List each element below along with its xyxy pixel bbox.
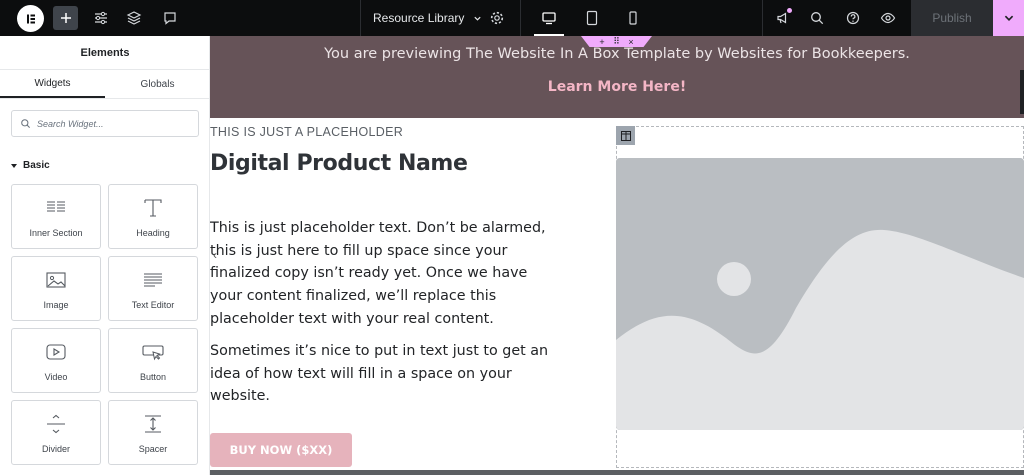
separator [520, 0, 521, 36]
image-placeholder-icon [616, 158, 1024, 430]
page-canvas: You are previewing The Website In A Box … [210, 36, 1024, 475]
elements-panel: Elements Widgets Globals Basic Inner Sec… [0, 36, 210, 475]
separator [762, 0, 763, 36]
widget-button[interactable]: Button [108, 328, 198, 393]
product-title: Digital Product Name [210, 151, 468, 176]
layers-icon [126, 11, 142, 25]
mobile-icon [629, 11, 637, 25]
notification-dot [787, 8, 792, 13]
settings-icon [490, 11, 504, 25]
text-editor-icon [142, 269, 164, 291]
tablet-view-button[interactable] [579, 0, 605, 36]
resource-library-label: Resource Library [373, 11, 465, 25]
desktop-icon [542, 12, 556, 25]
chevron-down-icon [474, 16, 481, 21]
editor-app: Resource Library Publish Elements Widget… [0, 0, 1024, 475]
resource-library-dropdown[interactable]: Resource Library [373, 0, 482, 36]
whats-new-button[interactable] [771, 0, 795, 36]
search-button[interactable] [805, 0, 829, 36]
inner-section-icon [45, 197, 67, 219]
button-icon [142, 341, 164, 363]
structure-button[interactable] [122, 0, 146, 36]
collapse-panel-icon[interactable]: ‹ [213, 248, 217, 262]
plus-icon [60, 13, 71, 23]
eyebrow-text: THIS IS JUST A PLACEHOLDER [210, 125, 404, 139]
elementor-logo-icon[interactable] [17, 5, 44, 32]
learn-more-link[interactable]: Learn More Here! [210, 79, 1024, 95]
page-settings-button[interactable] [485, 0, 509, 36]
widget-label: Button [139, 372, 167, 382]
widget-divider[interactable]: Divider [11, 400, 101, 465]
section-divider [210, 470, 1024, 475]
image-icon [45, 269, 67, 291]
widget-inner-section[interactable]: Inner Section [11, 184, 101, 249]
column-handle[interactable] [616, 126, 635, 145]
category-basic[interactable]: Basic [11, 160, 50, 171]
add-section-icon[interactable]: + [599, 37, 604, 47]
widget-video[interactable]: Video [11, 328, 101, 393]
section-handle[interactable]: + ⠿ × [581, 36, 652, 47]
comment-icon [164, 12, 176, 25]
preview-banner: You are previewing The Website In A Box … [210, 36, 1024, 118]
separator [360, 0, 361, 36]
desktop-view-button[interactable] [530, 0, 568, 36]
widget-text-editor[interactable]: Text Editor [108, 256, 198, 321]
search-input[interactable] [37, 118, 187, 129]
heading-icon [142, 197, 164, 219]
spacer-icon [142, 413, 164, 435]
widget-label: Text Editor [131, 300, 175, 310]
help-button[interactable] [841, 0, 865, 36]
body-paragraph: Sometimes it’s nice to put in text just … [210, 343, 549, 405]
scrollbar[interactable] [1020, 70, 1024, 114]
buy-now-button[interactable]: BUY NOW ($XX) [210, 433, 352, 467]
widget-spacer[interactable]: Spacer [108, 400, 198, 465]
search-box[interactable] [11, 110, 199, 137]
widget-label: Heading [136, 228, 170, 238]
eye-icon [880, 12, 896, 24]
video-icon [45, 341, 67, 363]
widget-label: Inner Section [29, 228, 83, 238]
placeholder-image[interactable] [616, 158, 1024, 430]
panel-title: Elements [0, 36, 210, 70]
column-icon [620, 130, 631, 141]
divider-icon [45, 413, 67, 435]
search-icon [21, 119, 30, 128]
caret-down-icon [11, 163, 17, 168]
top-bar: Resource Library Publish [0, 0, 1024, 36]
widget-heading[interactable]: Heading [108, 184, 198, 249]
add-element-button[interactable] [53, 6, 78, 30]
help-icon [846, 11, 860, 25]
widget-label: Spacer [138, 444, 168, 454]
preview-button[interactable] [876, 0, 900, 36]
notes-button[interactable] [158, 0, 182, 36]
chevron-down-icon [1004, 15, 1013, 21]
drag-handle-icon[interactable]: ⠿ [613, 36, 620, 47]
tab-globals[interactable]: Globals [105, 71, 210, 98]
body-paragraph: This is just placeholder text. Don’t be … [210, 220, 546, 327]
delete-section-icon[interactable]: × [628, 37, 633, 47]
site-settings-button[interactable] [89, 0, 113, 36]
tab-widgets[interactable]: Widgets [0, 71, 105, 98]
widget-label: Video [44, 372, 68, 382]
widget-image[interactable]: Image [11, 256, 101, 321]
mobile-view-button[interactable] [620, 0, 646, 36]
widget-label: Image [43, 300, 69, 310]
widget-label: Divider [41, 444, 70, 454]
banner-text: You are previewing The Website In A Box … [324, 46, 910, 62]
divider [0, 98, 210, 99]
sliders-icon [95, 11, 107, 25]
search-icon [811, 12, 824, 25]
tablet-icon [586, 10, 598, 26]
publish-options-button[interactable] [993, 0, 1024, 36]
publish-button[interactable]: Publish [911, 0, 993, 36]
category-label: Basic [23, 160, 50, 171]
